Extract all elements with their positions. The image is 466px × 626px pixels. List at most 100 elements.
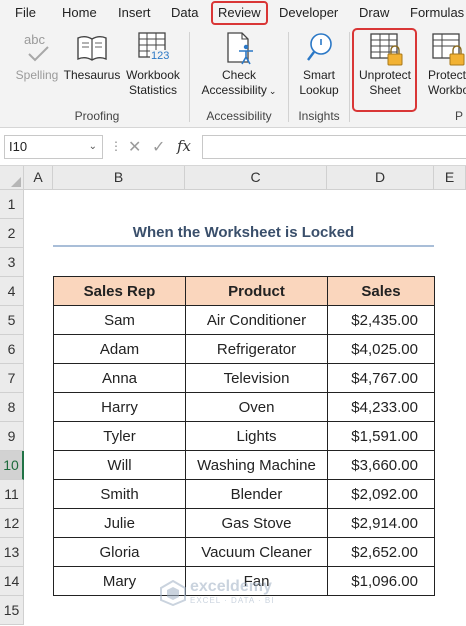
workbook-statistics-button[interactable]: 123 Workbook Statistics: [123, 27, 183, 105]
cell-sales[interactable]: $1,096.00: [327, 566, 435, 596]
protect-workbook-button[interactable]: Protect Workbook: [420, 27, 466, 105]
more-options-icon[interactable]: ⋮: [110, 139, 122, 153]
cell-sales[interactable]: $3,660.00: [327, 450, 435, 480]
smart-lookup-button[interactable]: Smart Lookup: [293, 27, 345, 105]
row-header-8[interactable]: 8: [0, 393, 24, 422]
row-header-14[interactable]: 14: [0, 567, 24, 596]
insights-group-label: Insights: [298, 109, 340, 123]
cell-sales-rep[interactable]: Tyler: [53, 421, 186, 451]
tab-developer[interactable]: Developer: [279, 0, 338, 27]
tab-home[interactable]: Home: [62, 0, 97, 27]
row-header-1[interactable]: 1: [0, 190, 24, 219]
cell-sales-rep[interactable]: Gloria: [53, 537, 186, 567]
cell-product[interactable]: Television: [185, 363, 328, 393]
cell-product[interactable]: Lights: [185, 421, 328, 451]
row-header-13[interactable]: 13: [0, 538, 24, 567]
header-sales-rep[interactable]: Sales Rep: [53, 276, 186, 306]
column-header-d[interactable]: D: [327, 166, 434, 190]
cell-sales[interactable]: $2,435.00: [327, 305, 435, 335]
check-accessibility-button[interactable]: Check Accessibility ⌄: [196, 27, 282, 105]
tab-data[interactable]: Data: [171, 0, 198, 27]
select-all-corner[interactable]: [0, 166, 24, 190]
cell-sales[interactable]: $1,591.00: [327, 421, 435, 451]
cell-sales-rep[interactable]: Mary: [53, 566, 186, 596]
ribbon: abc Spelling Thesaurus 123 Workbook Stat…: [0, 27, 466, 128]
table-row: Mary Fan $1,096.00: [53, 566, 435, 596]
tab-formulas[interactable]: Formulas: [410, 0, 464, 27]
tab-file[interactable]: File: [15, 0, 36, 27]
cell-sales-rep[interactable]: Sam: [53, 305, 186, 335]
cell-product[interactable]: Vacuum Cleaner: [185, 537, 328, 567]
row-header-9[interactable]: 9: [0, 422, 24, 451]
name-box[interactable]: I10 ⌄: [4, 135, 103, 159]
row-header-11[interactable]: 11: [0, 480, 24, 509]
sheet-title[interactable]: When the Worksheet is Locked: [53, 220, 434, 246]
tab-draw[interactable]: Draw: [359, 0, 389, 27]
spelling-label: Spelling: [15, 68, 59, 82]
spelling-icon: abc: [24, 32, 52, 62]
cancel-icon[interactable]: ✕: [128, 137, 141, 157]
column-header-b[interactable]: B: [53, 166, 185, 190]
row-header-3[interactable]: 3: [0, 248, 24, 277]
chevron-down-icon: ⌄: [268, 86, 277, 96]
table-row: Tyler Lights $1,591.00: [53, 421, 435, 451]
row-header-15[interactable]: 15: [0, 596, 24, 625]
cell-sales[interactable]: $4,233.00: [327, 392, 435, 422]
cell-sales-rep[interactable]: Anna: [53, 363, 186, 393]
enter-icon[interactable]: ✓: [152, 137, 165, 157]
cell-sales-rep[interactable]: Harry: [53, 392, 186, 422]
header-sales[interactable]: Sales: [327, 276, 435, 306]
column-header-e[interactable]: E: [434, 166, 466, 190]
lightbulb-icon: [305, 32, 335, 66]
tab-insert[interactable]: Insert: [118, 0, 151, 27]
cell-sales[interactable]: $2,652.00: [327, 537, 435, 567]
cell-sales[interactable]: $4,767.00: [327, 363, 435, 393]
cell-product[interactable]: Gas Stove: [185, 508, 328, 538]
row-header-7[interactable]: 7: [0, 364, 24, 393]
row-header-12[interactable]: 12: [0, 509, 24, 538]
table-row: Smith Blender $2,092.00: [53, 479, 435, 509]
row-header-5[interactable]: 5: [0, 306, 24, 335]
book-icon: [76, 32, 108, 62]
spelling-button[interactable]: abc Spelling: [14, 27, 60, 105]
column-header-c[interactable]: C: [185, 166, 327, 190]
statistics-icon: 123: [138, 32, 170, 64]
cell-sales[interactable]: $4,025.00: [327, 334, 435, 364]
watermark-tagline: EXCEL · DATA · BI: [190, 596, 275, 605]
thesaurus-button[interactable]: Thesaurus: [63, 27, 121, 105]
protect-workbook-icon: [432, 32, 466, 66]
cell-sales-rep[interactable]: Smith: [53, 479, 186, 509]
cell-product[interactable]: Washing Machine: [185, 450, 328, 480]
cell-sales[interactable]: $2,914.00: [327, 508, 435, 538]
table-header-row: Sales Rep Product Sales: [53, 276, 435, 306]
cell-product[interactable]: Fan: [185, 566, 328, 596]
cell-sales-rep[interactable]: Julie: [53, 508, 186, 538]
cell-sales[interactable]: $2,092.00: [327, 479, 435, 509]
table-row: Gloria Vacuum Cleaner $2,652.00: [53, 537, 435, 567]
formula-controls: ✕ ✓ fx: [122, 135, 198, 159]
row-header-10[interactable]: 10: [0, 451, 24, 480]
row-header-2[interactable]: 2: [0, 219, 24, 248]
cell-product[interactable]: Oven: [185, 392, 328, 422]
cell-product[interactable]: Blender: [185, 479, 328, 509]
cell-product[interactable]: Refrigerator: [185, 334, 328, 364]
column-header-a[interactable]: A: [24, 166, 53, 190]
cell-product[interactable]: Air Conditioner: [185, 305, 328, 335]
thesaurus-label: Thesaurus: [63, 68, 121, 82]
row-header-6[interactable]: 6: [0, 335, 24, 364]
accessibility-icon: [226, 32, 256, 66]
sales-table: Sales Rep Product Sales Sam Air Conditio…: [53, 276, 435, 596]
title-underline: [53, 245, 434, 247]
cell-sales-rep[interactable]: Will: [53, 450, 186, 480]
insert-function-icon[interactable]: fx: [177, 137, 191, 155]
table-row: Julie Gas Stove $2,914.00: [53, 508, 435, 538]
ribbon-divider: [189, 32, 190, 122]
cell-sales-rep[interactable]: Adam: [53, 334, 186, 364]
row-header-4[interactable]: 4: [0, 277, 24, 306]
formula-input[interactable]: [202, 135, 466, 159]
workbook-statistics-label: Workbook Statistics: [126, 68, 180, 97]
header-product[interactable]: Product: [185, 276, 328, 306]
chevron-down-icon[interactable]: ⌄: [89, 136, 97, 158]
tab-review[interactable]: Review: [211, 1, 268, 25]
table-row: Anna Television $4,767.00: [53, 363, 435, 393]
